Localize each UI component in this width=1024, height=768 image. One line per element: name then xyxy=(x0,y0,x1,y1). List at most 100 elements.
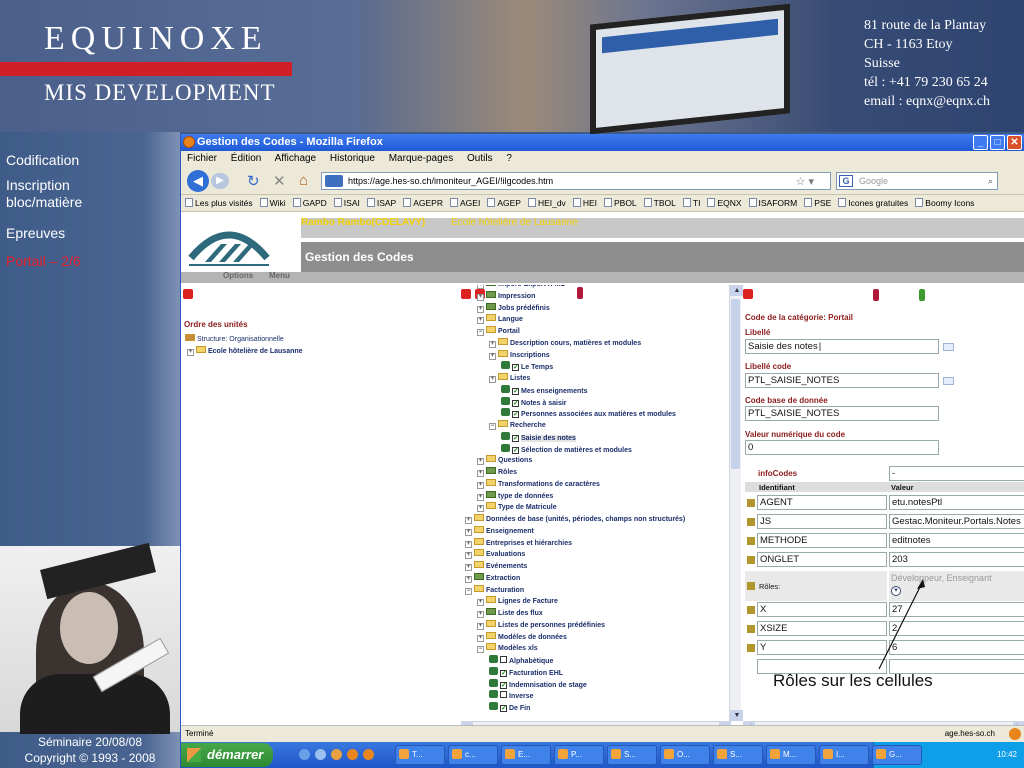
tree-node[interactable]: + Listes de personnes prédéfinies xyxy=(477,619,605,630)
tree-scrollbar[interactable]: ▲ ▼ xyxy=(729,285,741,721)
tree-node[interactable]: ✓ Facturation EHL xyxy=(489,666,563,677)
libelle-code-input[interactable]: PTL_SAISIE_NOTES xyxy=(745,373,939,388)
grid-row-icon[interactable] xyxy=(747,499,755,507)
tree-node[interactable]: − Portail xyxy=(477,326,520,336)
bookmark-item[interactable]: ISAFORM xyxy=(748,198,797,208)
tree-node[interactable]: + Jobs prédéfinis xyxy=(477,302,550,313)
tree-node[interactable]: + Enseignement xyxy=(465,525,534,536)
grid-row-icon[interactable] xyxy=(747,556,755,564)
grid-row-icon[interactable] xyxy=(747,625,755,633)
identifier-input[interactable]: XSIZE xyxy=(757,621,887,636)
tree-node[interactable]: ✓ Personnes associées aux matières et mod… xyxy=(501,408,676,419)
expand-icon[interactable]: + xyxy=(465,540,472,548)
bookmark-item[interactable]: AGEI xyxy=(450,198,480,208)
bookmark-item[interactable]: TI xyxy=(682,198,700,208)
menu-link[interactable]: Menu xyxy=(269,271,290,280)
tree-node[interactable]: + Evénements xyxy=(465,561,527,571)
menu-fichier[interactable]: Fichier xyxy=(187,153,217,164)
tree-node[interactable]: + Lignes de Facture xyxy=(477,596,558,607)
identifier-input[interactable]: METHODE xyxy=(757,533,887,548)
sidebar-item-portail[interactable]: Portail – 2/6 xyxy=(6,253,81,269)
back-icon[interactable]: ◀ xyxy=(187,170,209,192)
tree-node[interactable]: + Rôles xyxy=(477,467,517,477)
bookmark-item[interactable]: Wiki xyxy=(259,198,286,208)
minimize-icon[interactable]: _ xyxy=(973,135,988,150)
expand-icon[interactable]: + xyxy=(477,305,484,313)
tree-node[interactable]: + Type de Matricule xyxy=(477,502,557,513)
checkbox[interactable]: ✓ xyxy=(512,364,519,372)
identifier-input[interactable]: ONGLET xyxy=(757,552,887,567)
taskbar-window-button[interactable]: c... xyxy=(448,745,498,765)
bookmark-item[interactable]: ISAI xyxy=(333,198,360,208)
expand-icon[interactable]: + xyxy=(477,611,484,618)
home-icon[interactable]: ⌂ xyxy=(299,172,308,189)
expand-icon[interactable]: + xyxy=(465,517,472,524)
numeric-input[interactable]: 0 xyxy=(745,440,939,455)
libelle-input[interactable]: Saisie des notes xyxy=(745,339,939,354)
sidebar-item-epreuves[interactable]: Epreuves xyxy=(6,225,65,241)
taskbar-window-button[interactable]: E... xyxy=(501,745,551,765)
bookmark-item[interactable]: EQNX xyxy=(707,198,742,208)
bookmark-item[interactable]: Les plus visités xyxy=(185,198,253,208)
print-icon[interactable] xyxy=(873,289,879,301)
print-icon[interactable] xyxy=(577,287,583,299)
forward-icon[interactable]: ▶ xyxy=(211,173,229,189)
checkbox[interactable]: ✓ xyxy=(512,446,519,454)
tree-node[interactable]: ✓ De Fin xyxy=(489,702,530,712)
checkbox[interactable]: ✓ xyxy=(512,387,519,395)
expand-icon[interactable]: − xyxy=(477,329,484,336)
tree-node[interactable]: − Facturation xyxy=(465,584,524,595)
tree-node[interactable]: + Impression xyxy=(477,290,535,301)
tree-node[interactable]: Alphabètique xyxy=(489,655,553,665)
structure-node[interactable]: Structure: Organisationnelle xyxy=(185,334,284,343)
tree-node[interactable]: + Modèles de données xyxy=(477,631,567,642)
grid-row-icon[interactable] xyxy=(747,606,755,614)
quicklaunch-icon[interactable] xyxy=(347,749,358,760)
quicklaunch-icon[interactable] xyxy=(363,749,374,760)
tree-node[interactable]: + Liste des flux xyxy=(477,608,543,618)
maximize-icon[interactable]: □ xyxy=(990,135,1005,150)
checkbox[interactable]: ✓ xyxy=(500,681,507,689)
detail-scroll-down-icon[interactable]: ▼ xyxy=(731,710,743,721)
menu-affichage[interactable]: Affichage xyxy=(275,153,317,164)
tree-node[interactable]: ✓ Indemnisation de stage xyxy=(489,678,587,689)
expand-icon[interactable]: + xyxy=(477,458,484,466)
bookmark-item[interactable]: GAPD xyxy=(292,198,327,208)
menu-help[interactable]: ? xyxy=(506,153,512,164)
identifier-input[interactable]: JS xyxy=(757,514,887,529)
sidebar-item-inscription[interactable]: Inscription bloc/matière xyxy=(6,177,126,211)
tree-node[interactable]: ✓ Sélection de matières et modules xyxy=(501,443,632,454)
expand-icon[interactable]: + xyxy=(465,564,472,571)
expand-icon[interactable]: − xyxy=(465,587,472,595)
expand-icon[interactable]: − xyxy=(489,423,496,430)
tree-node[interactable]: ✓ Saisie des notes xyxy=(501,431,576,442)
value-input[interactable]: 203 xyxy=(889,552,1024,567)
google-icon[interactable]: G xyxy=(839,175,853,187)
checkbox[interactable]: ✓ xyxy=(500,669,507,677)
taskbar-window-button[interactable]: G... xyxy=(872,745,922,765)
menu-historique[interactable]: Historique xyxy=(330,153,375,164)
grid-row-icon[interactable] xyxy=(747,644,755,652)
reload-icon[interactable]: ↻ xyxy=(247,172,260,190)
expand-icon[interactable]: + xyxy=(477,634,484,642)
expand-icon[interactable]: + xyxy=(477,293,484,301)
identifier-input[interactable]: AGENT xyxy=(757,495,887,510)
tree-node[interactable]: ✓ Mes enseignements xyxy=(501,384,588,395)
tree-node[interactable]: ✓ Notes à saisir xyxy=(501,396,567,407)
search-icon[interactable]: ⌕ xyxy=(988,173,993,189)
quicklaunch-icon[interactable] xyxy=(299,749,310,760)
bookmark-item[interactable]: Boomy Icons xyxy=(915,198,974,208)
addon-icon[interactable] xyxy=(1009,728,1021,740)
translate-icon[interactable] xyxy=(943,343,954,351)
scroll-thumb[interactable] xyxy=(731,299,740,469)
start-button[interactable]: démarrer xyxy=(181,743,273,767)
search-box[interactable]: G Google ⌕ xyxy=(836,172,998,190)
tree-node[interactable]: + Evaluations xyxy=(465,549,525,560)
tree-node[interactable]: + Langue xyxy=(477,314,523,325)
expand-icon[interactable]: + xyxy=(465,528,472,536)
menu-outils[interactable]: Outils xyxy=(467,153,493,164)
taskbar-window-button[interactable]: I... xyxy=(819,745,869,765)
quicklaunch-icon[interactable] xyxy=(331,749,342,760)
menu-edition[interactable]: Édition xyxy=(231,153,262,164)
site-identity-icon[interactable] xyxy=(325,175,343,187)
